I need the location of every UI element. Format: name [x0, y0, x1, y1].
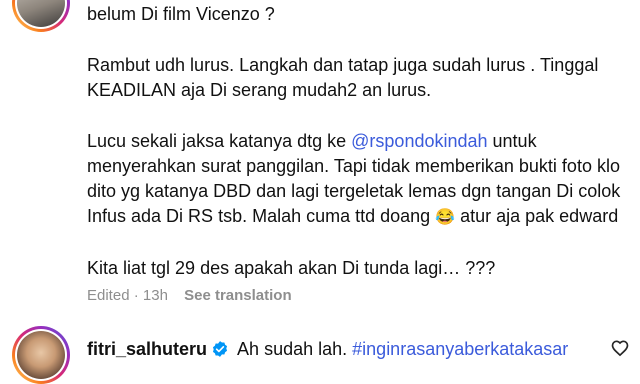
reply-text: Ah sudah lah. — [237, 339, 348, 359]
comment-body: belum Di film Vicenzo ? Rambut udh lurus… — [87, 2, 627, 281]
reply-comment: fitri_salhuteru Ah sudah lah. #inginrasa… — [87, 337, 568, 365]
comment-line-1: belum Di film Vicenzo ? — [87, 4, 275, 24]
timestamp[interactable]: 13h — [143, 287, 168, 304]
reply-username[interactable]: fitri_salhuteru — [87, 339, 207, 359]
comment-paragraph-2: Rambut udh lurus. Langkah dan tatap juga… — [87, 55, 599, 100]
comment-meta: Edited · 13h See translation — [87, 287, 292, 304]
mention-link[interactable]: @rspondokindah — [351, 131, 487, 151]
heart-icon[interactable] — [610, 338, 630, 358]
comment-paragraph-4: Kita liat tgl 29 des apakah akan Di tund… — [87, 258, 496, 278]
edited-label: Edited — [87, 287, 130, 304]
avatar-photo — [17, 331, 65, 379]
see-translation-button[interactable]: See translation — [184, 287, 292, 304]
laughing-emoji-icon: 😂 — [435, 209, 456, 226]
reply-avatar[interactable] — [12, 326, 70, 384]
meta-separator: · — [133, 287, 139, 304]
verified-badge-icon — [211, 340, 229, 365]
hashtag-link[interactable]: #inginrasanyaberkatakasar — [352, 339, 568, 359]
comment-paragraph-3: Lucu sekali jaksa katanya dtg ke @rspond… — [87, 129, 627, 230]
commenter-avatar[interactable] — [12, 0, 70, 32]
